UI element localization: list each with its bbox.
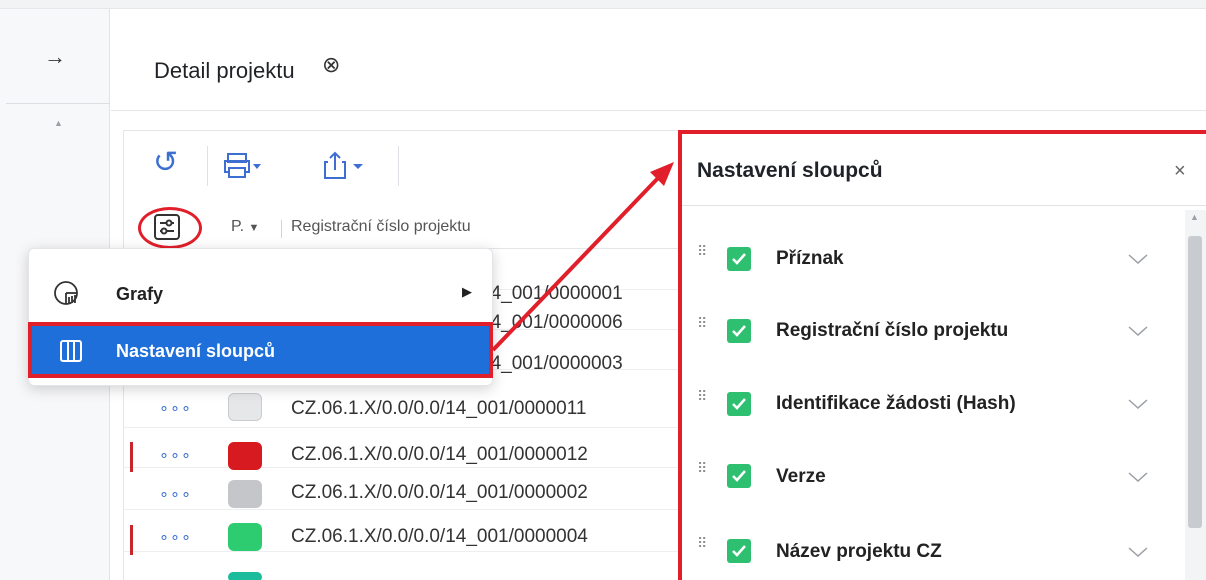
column-checkbox[interactable]: [727, 247, 751, 271]
more-dots-icon[interactable]: ∘∘∘: [159, 527, 192, 547]
drag-handle-icon[interactable]: ⠿: [697, 460, 707, 477]
column-divider: [281, 220, 282, 238]
menu-item-grafy[interactable]: [28, 262, 493, 322]
column-header-flag[interactable]: P. ▼: [231, 218, 259, 236]
drag-handle-icon[interactable]: ⠿: [697, 388, 707, 405]
sort-down-icon[interactable]: ▼: [249, 222, 260, 234]
flag-swatch: [228, 442, 262, 470]
more-dots-icon[interactable]: ∘∘∘: [159, 398, 192, 418]
column-header-reg[interactable]: Registrační číslo projektu: [291, 218, 471, 236]
menu-item-label: Grafy: [116, 284, 164, 304]
arrow-right-icon[interactable]: →: [44, 44, 66, 70]
export-icon[interactable]: [322, 150, 374, 182]
column-item[interactable]: [682, 222, 1180, 294]
refresh-icon[interactable]: ↺: [153, 148, 178, 178]
row-marker: [130, 442, 133, 472]
table-cell-reg: 14_001/0000003: [480, 353, 623, 374]
column-label: Verze: [776, 466, 826, 487]
more-dots-icon[interactable]: ∘∘∘: [159, 484, 192, 504]
column-settings-icon[interactable]: [152, 212, 182, 242]
chevron-down-icon[interactable]: [1127, 470, 1149, 484]
chevron-down-icon[interactable]: [1127, 545, 1149, 559]
chevron-down-icon[interactable]: [1127, 397, 1149, 411]
chevron-down-icon[interactable]: [1127, 324, 1149, 338]
menu-item-label: Nastavení sloupců: [116, 341, 276, 361]
row-marker: [130, 525, 133, 555]
print-icon[interactable]: [224, 150, 262, 182]
chevron-down-icon[interactable]: [1127, 252, 1149, 266]
panel-divider: [682, 205, 1206, 206]
column-label: Příznak: [776, 248, 844, 269]
drag-handle-icon[interactable]: ⠿: [697, 535, 707, 552]
column-label: Název projektu CZ: [776, 541, 942, 562]
columns-icon: [60, 340, 82, 362]
app-root: → ▲ Detail projektu ⊗ ↺ P. ▼ Registrační…: [0, 0, 1206, 580]
top-strip: [0, 0, 1206, 9]
close-icon[interactable]: ×: [1174, 160, 1186, 183]
submenu-arrow-icon: ▶: [462, 284, 472, 299]
triangle-up-icon[interactable]: ▲: [1190, 212, 1199, 222]
triangle-up-icon[interactable]: ▲: [54, 118, 63, 128]
column-checkbox[interactable]: [727, 464, 751, 488]
table-cell-reg: CZ.06.1.X/0.0/0.0/14_001/0000004: [291, 526, 588, 547]
flag-swatch: [228, 393, 262, 421]
toolbar-divider: [207, 146, 208, 186]
column-header-flag-label: P.: [231, 218, 245, 235]
table-cell-reg: CZ.06.1.X/0.0/0.0/14_001/0000012: [291, 444, 588, 465]
column-checkbox[interactable]: [727, 319, 751, 343]
flag-swatch: [228, 480, 262, 508]
flag-swatch: [228, 523, 262, 551]
table-cell-reg: CZ.06.1.X/0.0/0.0/14_001/0000011: [291, 398, 587, 419]
column-checkbox[interactable]: [727, 539, 751, 563]
table-cell-reg: CZ.06.1.X/0.0/0.0/14_001/0000002: [291, 482, 588, 503]
column-label: Identifikace žádosti (Hash): [776, 393, 1016, 414]
column-checkbox[interactable]: [727, 392, 751, 416]
column-label: Registrační číslo projektu: [776, 320, 1009, 341]
chart-icon: [52, 279, 80, 307]
rail-divider: [6, 103, 110, 104]
flag-swatch: [228, 572, 262, 580]
close-circle-icon[interactable]: ⊗: [322, 52, 340, 78]
more-dots-icon[interactable]: ∘∘∘: [159, 445, 192, 465]
page-title: Detail projektu: [154, 58, 295, 83]
toolbar-divider: [398, 146, 399, 186]
drag-handle-icon[interactable]: ⠿: [697, 243, 707, 260]
drag-handle-icon[interactable]: ⠿: [697, 315, 707, 332]
panel-title: Nastavení sloupců: [697, 159, 883, 182]
column-item[interactable]: [682, 438, 1180, 510]
scrollbar-thumb[interactable]: [1188, 236, 1202, 528]
